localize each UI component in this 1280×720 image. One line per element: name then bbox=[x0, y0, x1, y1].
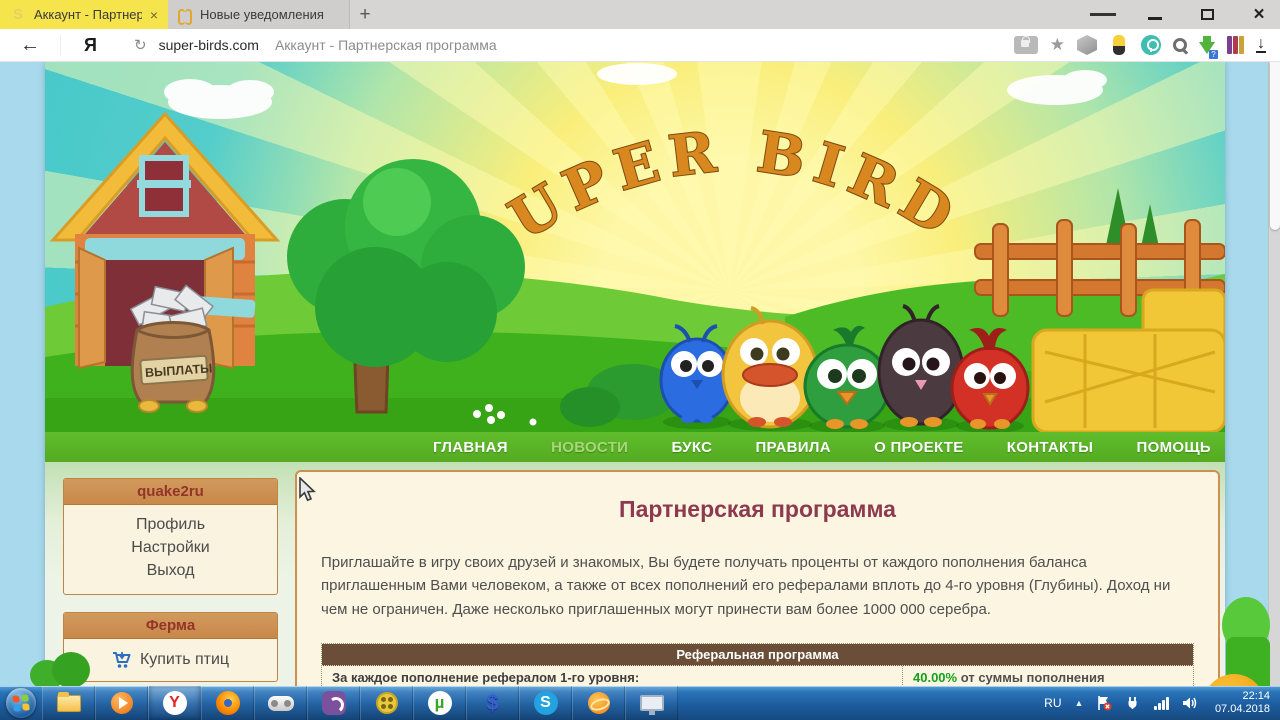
bookmark-star-icon[interactable]: ★ bbox=[1050, 35, 1065, 55]
cart-icon bbox=[112, 652, 131, 668]
nav-item-bux[interactable]: БУКС bbox=[671, 439, 712, 456]
action-center-flag-icon[interactable] bbox=[1096, 695, 1112, 711]
browser-tab-bar: S Аккаунт - Партнерская п × Новые уведом… bbox=[0, 0, 1280, 29]
site-content-area: quake2ru Профиль Настройки Выход Ферма К… bbox=[45, 462, 1265, 686]
tray-expand-icon[interactable]: ▲ bbox=[1075, 698, 1084, 708]
extension-torch-icon[interactable] bbox=[1113, 35, 1125, 55]
cloud-illustration bbox=[164, 63, 1107, 119]
notifications-favicon bbox=[178, 8, 192, 25]
header-artwork: ВЫПЛАТЫ UPER BIRD bbox=[45, 62, 1225, 432]
taskbar-item-utorrent[interactable]: µ bbox=[413, 686, 466, 720]
start-button[interactable] bbox=[0, 686, 42, 720]
extension-download-helper-icon[interactable] bbox=[1199, 36, 1218, 59]
address-bar[interactable]: ↻ super-birds.com Аккаунт - Партнерская … bbox=[120, 29, 1014, 62]
partner-program-panel: Партнерская программа Приглашайте в игру… bbox=[295, 470, 1220, 686]
super-birds-favicon: S bbox=[12, 5, 23, 23]
minimize-button[interactable] bbox=[1142, 4, 1168, 26]
clock-date: 07.04.2018 bbox=[1214, 703, 1270, 715]
taskbar-item-firefox[interactable] bbox=[201, 686, 254, 720]
windows-taskbar: Y µ $ S RU ▲ 22:14 07.04.2018 bbox=[0, 686, 1280, 720]
site-container: ВЫПЛАТЫ UPER BIRD ГЛАВНАЯ НОВОСТИ БУКС П… bbox=[45, 62, 1265, 686]
referral-table: Реферальная программа За каждое пополнен… bbox=[321, 642, 1194, 686]
nav-item-help[interactable]: ПОМОЩЬ bbox=[1137, 439, 1211, 456]
nav-item-home[interactable]: ГЛАВНАЯ bbox=[433, 439, 508, 456]
window-controls: × bbox=[1090, 0, 1272, 29]
mouse-cursor bbox=[299, 477, 316, 502]
system-tray: RU ▲ 22:14 07.04.2018 bbox=[1044, 690, 1280, 716]
farm-box-title: Ферма bbox=[64, 613, 277, 639]
nav-item-contacts[interactable]: КОНТАКТЫ bbox=[1007, 439, 1093, 456]
buy-birds-label: Купить птиц bbox=[139, 651, 230, 668]
tab-notifications[interactable]: Новые уведомления bbox=[168, 0, 350, 29]
downloads-icon[interactable]: ↓ bbox=[1256, 36, 1266, 53]
maximize-button[interactable] bbox=[1194, 4, 1220, 26]
toolbar-extensions: ★ ↓ bbox=[1013, 35, 1280, 59]
nav-item-about[interactable]: О ПРОЕКТЕ bbox=[874, 439, 964, 456]
tab-close-icon[interactable]: × bbox=[150, 7, 158, 23]
address-url[interactable]: super-birds.com bbox=[159, 37, 259, 53]
reload-icon[interactable]: ↻ bbox=[134, 36, 147, 54]
row-percent: 40.00% bbox=[913, 669, 958, 685]
address-page-title: Аккаунт - Партнерская программа bbox=[274, 37, 497, 53]
extension-search-icon[interactable] bbox=[1173, 38, 1187, 52]
volume-icon[interactable] bbox=[1182, 695, 1198, 711]
back-button[interactable]: ← bbox=[0, 34, 60, 57]
bush-right bbox=[1222, 597, 1272, 686]
nav-item-news[interactable]: НОВОСТИ bbox=[551, 439, 628, 456]
protect-lock-icon[interactable] bbox=[1013, 36, 1038, 54]
page-title: Партнерская программа bbox=[619, 496, 896, 522]
new-tab-button[interactable]: + bbox=[350, 0, 380, 29]
tab-title: Новые уведомления bbox=[200, 7, 324, 22]
bush-left bbox=[30, 652, 90, 686]
yandex-logo-button[interactable]: Я bbox=[60, 34, 120, 56]
sidebar-account-box: quake2ru Профиль Настройки Выход bbox=[63, 478, 278, 595]
extension-camera-icon[interactable] bbox=[1141, 35, 1161, 55]
extension-cube-icon[interactable] bbox=[1077, 35, 1097, 55]
taskbar-item-media-player[interactable] bbox=[95, 686, 148, 720]
taskbar-clock[interactable]: 22:14 07.04.2018 bbox=[1211, 690, 1270, 716]
row-suffix: от суммы пополнения bbox=[960, 669, 1105, 685]
row-label: За каждое пополнение рефералом 1-го уров… bbox=[322, 665, 903, 686]
power-plug-icon[interactable] bbox=[1125, 695, 1141, 711]
browser-toolbar: ← Я ↻ super-birds.com Аккаунт - Партнерс… bbox=[0, 29, 1280, 62]
taskbar-item-viber[interactable] bbox=[307, 686, 360, 720]
payouts-bag-illustration: ВЫПЛАТЫ bbox=[129, 284, 216, 413]
referral-table-header: Реферальная программа bbox=[322, 643, 1193, 666]
taskbar-item-webmoney[interactable]: $ bbox=[466, 686, 519, 720]
sidebar-farm-box: Ферма Купить птиц bbox=[63, 612, 278, 682]
table-row: За каждое пополнение рефералом 1-го уров… bbox=[322, 665, 1193, 686]
taskbar-item-yandex-browser[interactable]: Y bbox=[148, 686, 201, 720]
network-signal-icon[interactable] bbox=[1154, 696, 1169, 710]
taskbar-item-remote-desktop[interactable] bbox=[625, 686, 678, 720]
tab-title: Аккаунт - Партнерская п bbox=[34, 7, 142, 22]
taskbar-item-explorer[interactable] bbox=[42, 686, 95, 720]
close-window-button[interactable]: × bbox=[1246, 4, 1272, 26]
nav-item-rules[interactable]: ПРАВИЛА bbox=[755, 439, 830, 456]
windows-flag-icon bbox=[12, 694, 30, 712]
sidebar-item-profile[interactable]: Профиль bbox=[64, 513, 277, 536]
taskbar-item-media-reel[interactable] bbox=[360, 686, 413, 720]
desktop-screen: S Аккаунт - Партнерская п × Новые уведом… bbox=[0, 0, 1280, 720]
page-viewport: ВЫПЛАТЫ UPER BIRD ГЛАВНАЯ НОВОСТИ БУКС П… bbox=[0, 62, 1280, 686]
taskbar-item-games[interactable] bbox=[254, 686, 307, 720]
account-username: quake2ru bbox=[64, 479, 277, 505]
tab-account-partner[interactable]: S Аккаунт - Партнерская п × bbox=[0, 0, 168, 29]
sidebar-item-logout[interactable]: Выход bbox=[64, 559, 277, 582]
browser-menu-icon[interactable] bbox=[1090, 4, 1117, 26]
page-scrollbar[interactable] bbox=[1268, 62, 1280, 686]
clock-time: 22:14 bbox=[1242, 690, 1270, 702]
partner-program-intro: Приглашайте в игру своих друзей и знаком… bbox=[321, 554, 1171, 618]
sidebar-item-settings[interactable]: Настройки bbox=[64, 536, 277, 559]
scrollbar-thumb[interactable] bbox=[1270, 62, 1280, 230]
winrar-icon[interactable] bbox=[1227, 36, 1244, 54]
language-indicator[interactable]: RU bbox=[1044, 696, 1061, 710]
sidebar-item-buy-birds[interactable]: Купить птиц bbox=[64, 651, 277, 669]
site-header-banner: ВЫПЛАТЫ UPER BIRD bbox=[45, 62, 1225, 432]
taskbar-item-browser-globe[interactable] bbox=[572, 686, 625, 720]
site-nav-bar: ГЛАВНАЯ НОВОСТИ БУКС ПРАВИЛА О ПРОЕКТЕ К… bbox=[45, 432, 1225, 462]
taskbar-item-skype[interactable]: S bbox=[519, 686, 572, 720]
